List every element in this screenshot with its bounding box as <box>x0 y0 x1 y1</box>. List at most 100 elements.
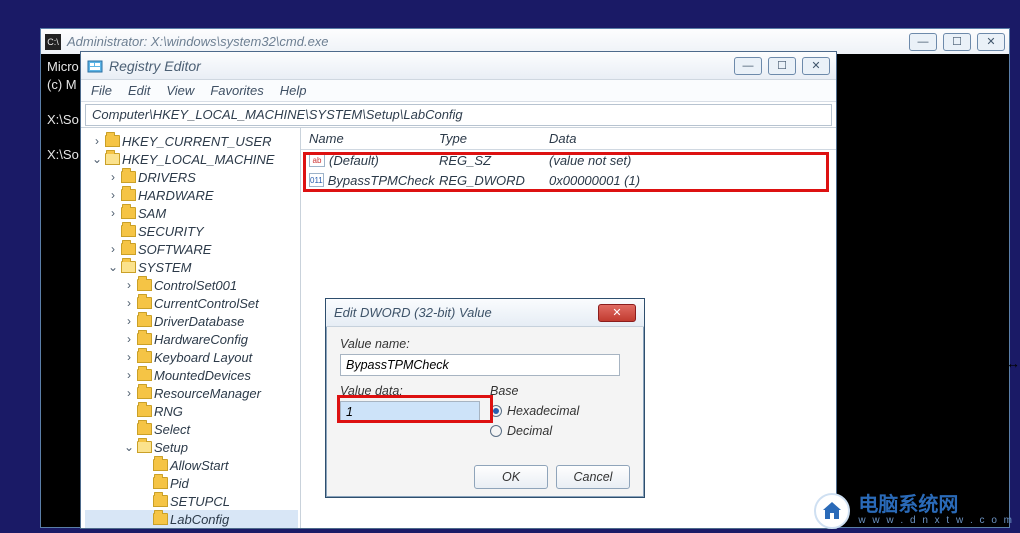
tree-item[interactable]: › ResourceManager <box>85 384 298 402</box>
folder-icon <box>137 297 152 309</box>
cmd-title: Administrator: X:\windows\system32\cmd.e… <box>67 34 903 49</box>
tree-item[interactable]: ›HKEY_CURRENT_USER <box>85 132 298 150</box>
tree-item-label: SECURITY <box>138 224 204 239</box>
tree-item[interactable]: AllowStart <box>85 456 298 474</box>
menu-edit[interactable]: Edit <box>128 83 150 98</box>
folder-icon <box>137 369 152 381</box>
dialog-titlebar[interactable]: Edit DWORD (32-bit) Value ✕ <box>326 299 644 327</box>
regedit-min-button[interactable]: — <box>734 57 762 75</box>
ok-button[interactable]: OK <box>474 465 548 489</box>
tree-item[interactable]: ›DRIVERS <box>85 168 298 186</box>
tree-item[interactable]: SETUPCL <box>85 492 298 510</box>
folder-icon <box>121 243 136 255</box>
regedit-address-bar <box>81 102 836 128</box>
tree-item[interactable]: › HardwareConfig <box>85 330 298 348</box>
regedit-max-button[interactable]: ☐ <box>768 57 796 75</box>
folder-icon <box>121 225 136 237</box>
value-type: REG_SZ <box>431 153 541 168</box>
chevron-right-icon[interactable]: › <box>107 188 119 202</box>
menu-file[interactable]: File <box>91 83 112 98</box>
chevron-right-icon[interactable]: › <box>123 278 135 292</box>
string-value-icon: ab <box>309 153 325 167</box>
dialog-close-button[interactable]: ✕ <box>598 304 636 322</box>
dialog-title: Edit DWORD (32-bit) Value <box>334 305 492 320</box>
col-type[interactable]: Type <box>431 131 541 146</box>
radio-decimal[interactable]: Decimal <box>490 424 579 438</box>
chevron-down-icon[interactable]: ⌄ <box>123 440 135 454</box>
tree-item[interactable]: › Keyboard Layout <box>85 348 298 366</box>
tree-item-label: SOFTWARE <box>138 242 211 257</box>
chevron-right-icon[interactable]: › <box>123 296 135 310</box>
col-name[interactable]: Name <box>301 131 431 146</box>
chevron-right-icon[interactable]: › <box>123 314 135 328</box>
menu-view[interactable]: View <box>166 83 194 98</box>
chevron-right-icon[interactable]: › <box>123 368 135 382</box>
menu-favorites[interactable]: Favorites <box>210 83 263 98</box>
folder-icon <box>153 495 168 507</box>
folder-icon <box>137 279 152 291</box>
chevron-right-icon[interactable]: › <box>123 332 135 346</box>
tree-item[interactable]: ›DriverDatabase <box>85 312 298 330</box>
tree-item[interactable]: ⌄ Setup <box>85 438 298 456</box>
tree-item-label: HardwareConfig <box>154 332 248 347</box>
cmd-close-button[interactable]: ✕ <box>977 33 1005 51</box>
value-row[interactable]: 011BypassTPMCheckREG_DWORD0x00000001 (1) <box>301 170 836 190</box>
value-row[interactable]: ab(Default)REG_SZ(value not set) <box>301 150 836 170</box>
folder-icon <box>137 423 152 435</box>
tree-item-label: Keyboard Layout <box>154 350 252 365</box>
tree-item[interactable]: › MountedDevices <box>85 366 298 384</box>
cancel-button[interactable]: Cancel <box>556 465 630 489</box>
tree-item[interactable]: LabConfig <box>85 510 298 528</box>
tree-item-label: MountedDevices <box>154 368 251 383</box>
regedit-title: Registry Editor <box>109 58 728 74</box>
value-data-input[interactable] <box>340 401 480 423</box>
radio-hexadecimal[interactable]: Hexadecimal <box>490 404 579 418</box>
cmd-max-button[interactable]: ☐ <box>943 33 971 51</box>
folder-icon <box>121 171 136 183</box>
regedit-address-input[interactable] <box>85 104 832 126</box>
cursor-arrow-icon: ↔ <box>1006 355 1020 371</box>
folder-icon <box>121 207 136 219</box>
col-data[interactable]: Data <box>541 131 836 146</box>
tree-item[interactable]: ›ControlSet001 <box>85 276 298 294</box>
chevron-right-icon[interactable]: › <box>123 350 135 364</box>
tree-item[interactable]: SECURITY <box>85 222 298 240</box>
chevron-right-icon[interactable]: › <box>123 386 135 400</box>
tree-item-label: Setup <box>154 440 188 455</box>
tree-item[interactable]: Pid <box>85 474 298 492</box>
tree-item[interactable]: › SOFTWARE <box>85 240 298 258</box>
folder-icon <box>153 477 168 489</box>
value-name-input[interactable] <box>340 354 620 376</box>
tree-item[interactable]: ›SAM <box>85 204 298 222</box>
tree-item[interactable]: ›CurrentControlSet <box>85 294 298 312</box>
chevron-right-icon[interactable]: › <box>107 206 119 220</box>
chevron-right-icon[interactable]: › <box>107 170 119 184</box>
regedit-menubar: File Edit View Favorites Help <box>81 80 836 102</box>
menu-help[interactable]: Help <box>280 83 307 98</box>
chevron-down-icon[interactable]: ⌄ <box>107 260 119 274</box>
value-data: 0x00000001 (1) <box>541 173 836 188</box>
folder-icon <box>137 405 152 417</box>
regedit-titlebar[interactable]: Registry Editor — ☐ ✕ <box>81 52 836 80</box>
tree-item[interactable]: RNG <box>85 402 298 420</box>
folder-icon <box>105 135 120 147</box>
tree-item[interactable]: ⌄ HKEY_LOCAL_MACHINE <box>85 150 298 168</box>
tree-item[interactable]: ⌄SYSTEM <box>85 258 298 276</box>
regedit-close-button[interactable]: ✕ <box>802 57 830 75</box>
tree-item[interactable]: Select <box>85 420 298 438</box>
chevron-right-icon[interactable]: › <box>91 134 103 148</box>
tree-item[interactable]: ›HARDWARE <box>85 186 298 204</box>
folder-icon <box>121 189 136 201</box>
chevron-right-icon[interactable]: › <box>107 242 119 256</box>
watermark-url: w w w . d n x t w . c o m <box>858 516 1014 527</box>
tree-item-label: HKEY_LOCAL_MACHINE <box>122 152 274 167</box>
tree-item-label: ResourceManager <box>154 386 261 401</box>
folder-icon <box>137 333 152 345</box>
tree-item-label: AllowStart <box>170 458 229 473</box>
value-data: (value not set) <box>541 153 836 168</box>
cmd-min-button[interactable]: — <box>909 33 937 51</box>
regedit-tree[interactable]: ›HKEY_CURRENT_USER ⌄ HKEY_LOCAL_MACHINE›DR… <box>81 128 301 528</box>
folder-icon <box>137 387 152 399</box>
tree-item-label: Select <box>154 422 190 437</box>
chevron-down-icon[interactable]: ⌄ <box>91 152 103 166</box>
